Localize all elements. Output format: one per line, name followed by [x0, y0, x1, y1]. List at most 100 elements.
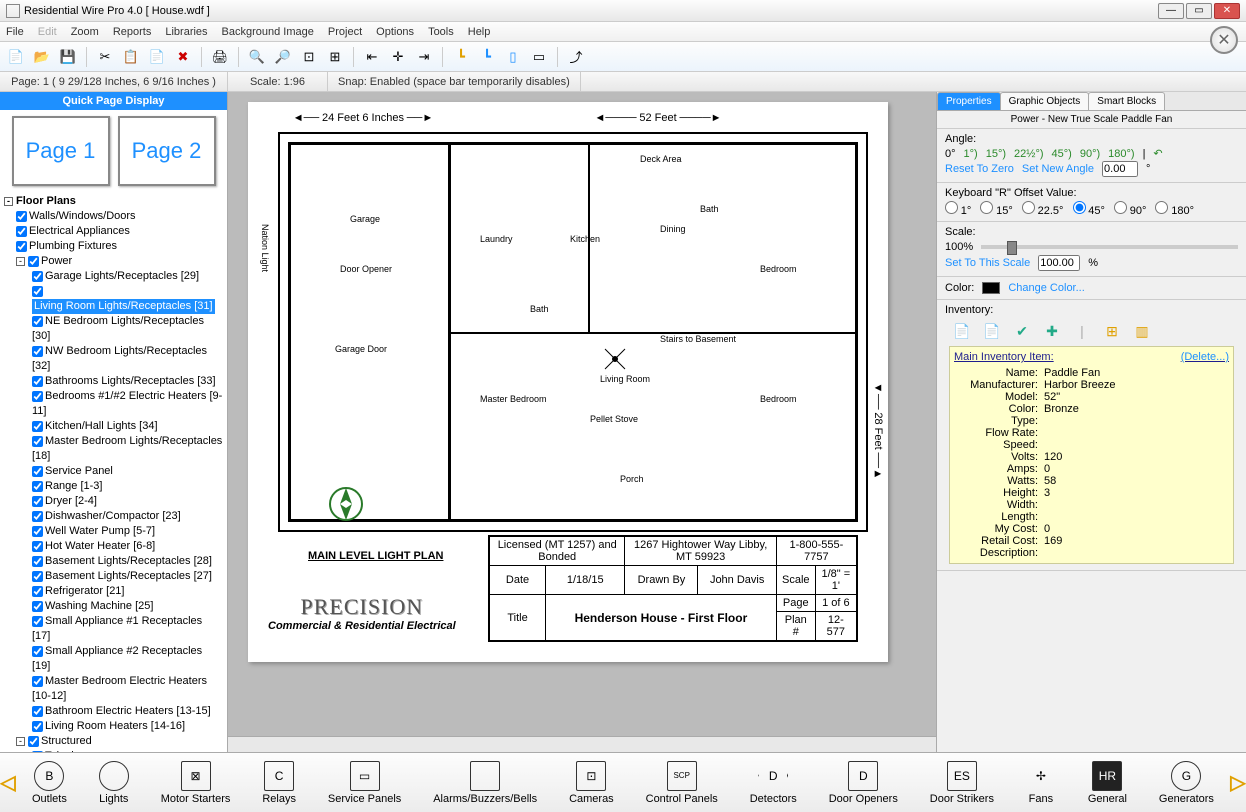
- angle-90[interactable]: 90°): [1080, 148, 1100, 160]
- close-button[interactable]: ✕: [1214, 3, 1240, 19]
- inv-check-icon[interactable]: ✔: [1013, 322, 1031, 340]
- menu-zoom[interactable]: Zoom: [71, 26, 99, 38]
- palette-lights[interactable]: Lights: [99, 761, 129, 805]
- color-swatch[interactable]: [982, 282, 1000, 294]
- properties-panel: Properties Graphic Objects Smart Blocks …: [936, 92, 1246, 752]
- tab-smart-blocks[interactable]: Smart Blocks: [1088, 92, 1165, 110]
- status-snap: Snap: Enabled (space bar temporarily dis…: [328, 72, 581, 91]
- menu-bg[interactable]: Background Image: [222, 26, 314, 38]
- open-icon[interactable]: 📂: [32, 47, 52, 67]
- angle-180[interactable]: 180°): [1108, 148, 1134, 160]
- inv-tree-icon[interactable]: ⊞: [1103, 322, 1121, 340]
- set-scale-link[interactable]: Set To This Scale: [945, 257, 1030, 269]
- chk-walls[interactable]: [16, 211, 27, 222]
- scale-slider[interactable]: [981, 245, 1238, 249]
- menu-tools[interactable]: Tools: [428, 26, 454, 38]
- cut-icon[interactable]: ✂: [95, 47, 115, 67]
- canvas[interactable]: ◄── 24 Feet 6 Inches ──► ◄──── 52 Feet ─…: [228, 92, 936, 752]
- tree-item-selected[interactable]: Living Room Lights/Receptacles [31]: [32, 299, 215, 314]
- tab-graphic-objects[interactable]: Graphic Objects: [1000, 92, 1090, 110]
- maximize-button[interactable]: ▭: [1186, 3, 1212, 19]
- angle-15[interactable]: 15°): [986, 148, 1006, 160]
- undo-angle-icon[interactable]: ↶: [1153, 147, 1162, 160]
- palette-motor[interactable]: ⊠Motor Starters: [161, 761, 231, 805]
- angle-1[interactable]: 1°): [964, 148, 978, 160]
- menu-project[interactable]: Project: [328, 26, 362, 38]
- save-icon[interactable]: 💾: [58, 47, 78, 67]
- chk-elec[interactable]: [16, 226, 27, 237]
- reset-angle-link[interactable]: Reset To Zero: [945, 163, 1014, 175]
- align-right-icon[interactable]: ⇥: [414, 47, 434, 67]
- zoom-window-icon[interactable]: ⊞: [325, 47, 345, 67]
- horizontal-scrollbar[interactable]: [228, 736, 936, 752]
- flip-icon[interactable]: |: [1143, 148, 1146, 160]
- minimize-button[interactable]: —: [1158, 3, 1184, 19]
- window-title: Residential Wire Pro 4.0 [ House.wdf ]: [24, 5, 210, 17]
- palette-cameras[interactable]: ⊡Cameras: [569, 761, 614, 805]
- drawing-paper[interactable]: ◄── 24 Feet 6 Inches ──► ◄──── 52 Feet ─…: [248, 102, 888, 662]
- shape1-icon[interactable]: ┗: [451, 47, 471, 67]
- inv-add-icon[interactable]: 📄: [953, 322, 971, 340]
- shape4-icon[interactable]: ▭: [529, 47, 549, 67]
- palette-door[interactable]: DDoor Openers: [829, 761, 898, 805]
- print-icon[interactable]: 🖨: [210, 47, 230, 67]
- project-tree[interactable]: -Floor Plans Walls/Windows/Doors Electri…: [0, 192, 227, 752]
- palette-control[interactable]: SCPControl Panels: [646, 761, 718, 805]
- new-icon[interactable]: 📄: [6, 47, 26, 67]
- menu-reports[interactable]: Reports: [113, 26, 152, 38]
- palette-general[interactable]: HRGeneral: [1088, 761, 1127, 805]
- page-thumb-2[interactable]: Page 2: [118, 116, 216, 186]
- page-thumb-1[interactable]: Page 1: [12, 116, 110, 186]
- palette-gen[interactable]: GGenerators: [1159, 761, 1214, 805]
- palette-service[interactable]: ▭Service Panels: [328, 761, 401, 805]
- palette-detectors[interactable]: DDetectors: [750, 761, 797, 805]
- exit-icon[interactable]: ⤴: [566, 47, 586, 67]
- zoom-in-icon[interactable]: 🔍: [247, 47, 267, 67]
- menu-libraries[interactable]: Libraries: [165, 26, 207, 38]
- inv-plus-icon[interactable]: ✚: [1043, 322, 1061, 340]
- angle-22[interactable]: 22½°): [1014, 148, 1043, 160]
- align-center-icon[interactable]: ✛: [388, 47, 408, 67]
- left-panel: Quick Page Display Page 1 Page 2 -Floor …: [0, 92, 228, 752]
- inv-list-icon[interactable]: ▥: [1133, 322, 1151, 340]
- status-bar: Page: 1 ( 9 29/128 Inches, 6 9/16 Inches…: [0, 72, 1246, 92]
- palette-next[interactable]: ▷: [1230, 753, 1246, 812]
- align-left-icon[interactable]: ⇤: [362, 47, 382, 67]
- big-close-button[interactable]: ✕: [1210, 26, 1238, 54]
- menu-bar: File Edit Zoom Reports Libraries Backgro…: [0, 22, 1246, 42]
- copy-icon[interactable]: 📋: [121, 47, 141, 67]
- paste-icon[interactable]: 📄: [147, 47, 167, 67]
- palette-prev[interactable]: ◁: [0, 753, 16, 812]
- menu-file[interactable]: File: [6, 26, 24, 38]
- palette-alarms[interactable]: Alarms/Buzzers/Bells: [433, 761, 537, 805]
- delete-icon[interactable]: ✖: [173, 47, 193, 67]
- title-block: Licensed (MT 1257) and Bonded1267 Highto…: [488, 535, 858, 642]
- shape3-icon[interactable]: ▯: [503, 47, 523, 67]
- zoom-out-icon[interactable]: 🔎: [273, 47, 293, 67]
- chk-plumb[interactable]: [16, 241, 27, 252]
- change-color-link[interactable]: Change Color...: [1008, 282, 1084, 294]
- menu-edit[interactable]: Edit: [38, 26, 57, 38]
- zoom-fit-icon[interactable]: ⊡: [299, 47, 319, 67]
- menu-options[interactable]: Options: [376, 26, 414, 38]
- shape2-icon[interactable]: ┗: [477, 47, 497, 67]
- status-scale: Scale: 1:96: [228, 72, 328, 91]
- menu-help[interactable]: Help: [468, 26, 491, 38]
- palette-fans[interactable]: ✢Fans: [1026, 761, 1056, 805]
- tab-properties[interactable]: Properties: [937, 92, 1001, 110]
- inv-delete-link[interactable]: (Delete...): [1181, 351, 1229, 363]
- title-bar: Residential Wire Pro 4.0 [ House.wdf ] —…: [0, 0, 1246, 22]
- properties-title: Power - New True Scale Paddle Fan: [937, 111, 1246, 129]
- palette-strikers[interactable]: ESDoor Strikers: [930, 761, 994, 805]
- angle-input[interactable]: [1102, 161, 1138, 177]
- palette-outlets[interactable]: BOutlets: [32, 761, 67, 805]
- inv-del-icon[interactable]: 📄: [983, 322, 1001, 340]
- chk-power[interactable]: [28, 256, 39, 267]
- inventory-detail: Main Inventory Item:(Delete...) Name:Pad…: [949, 346, 1234, 564]
- scale-input[interactable]: [1038, 255, 1080, 271]
- angle-45[interactable]: 45°): [1052, 148, 1072, 160]
- symbol-palette: ◁ BOutlets Lights ⊠Motor Starters CRelay…: [0, 752, 1246, 812]
- palette-relays[interactable]: CRelays: [262, 761, 296, 805]
- compass-icon: [328, 486, 364, 522]
- set-angle-link[interactable]: Set New Angle: [1022, 163, 1094, 175]
